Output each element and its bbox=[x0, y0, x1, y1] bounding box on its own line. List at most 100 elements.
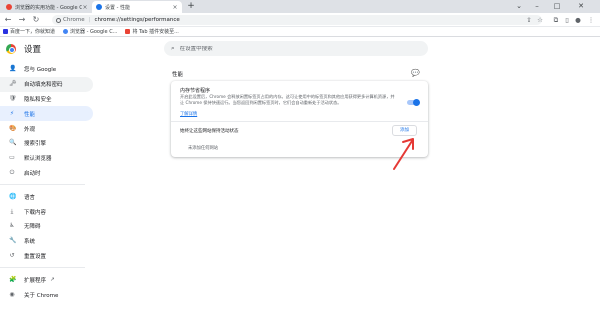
memory-saver-description: 开启此设置后，Chrome 会释放闲置标签页占用的内存。这可让使用中的标签页和其… bbox=[180, 94, 395, 105]
sidebar-item-label: 扩展程序 bbox=[24, 277, 47, 284]
sidebar-item-label: 外观 bbox=[24, 126, 36, 133]
tab-strip: 浏览器的实用功能 - Google Chr... × 设置 - 性能 × + ⌄… bbox=[0, 0, 600, 13]
shield-icon: 🛡 bbox=[9, 94, 17, 102]
sidebar-item-label: 下载内容 bbox=[24, 209, 47, 216]
accessibility-icon: ♿ bbox=[9, 222, 15, 230]
sidebar-item-label: 重置设置 bbox=[24, 253, 47, 260]
address-bar[interactable]: Chrome | chrome://settings/performance bbox=[52, 15, 542, 25]
bookmark-baidu[interactable]: 百度一下，你就知道 bbox=[3, 28, 55, 35]
bookmarks-bar: 百度一下，你就知道 浏览器 - Google C... 将 Tab 插件安装至.… bbox=[0, 27, 600, 37]
sidebar-item-performance[interactable]: ⚡ 性能 bbox=[0, 106, 93, 122]
tab-search-chevron-icon[interactable]: ⌄ bbox=[510, 0, 528, 13]
minimize-button[interactable]: – bbox=[528, 0, 546, 13]
performance-card: 内存节省程序 开启此设置后，Chrome 会释放闲置标签页占用的内存。这可让使用… bbox=[171, 81, 428, 157]
search-icon: 🔍 bbox=[9, 139, 17, 147]
reset-icon: ↺ bbox=[9, 251, 15, 259]
sidebar-item-accessibility[interactable]: ♿ 无障碍 bbox=[0, 219, 93, 234]
bookmark-star-icon[interactable]: ☆ bbox=[535, 14, 545, 26]
google-icon bbox=[63, 29, 69, 34]
sidebar-item-on-startup[interactable]: ⏻ 启动时 bbox=[0, 166, 93, 181]
no-sites-message: 未添加任何网站 bbox=[188, 146, 219, 151]
sidebar-item-label: 默认浏览器 bbox=[24, 156, 52, 163]
sidebar-item-label: 您与 Google bbox=[24, 67, 57, 74]
key-icon: 🗝 bbox=[9, 80, 17, 88]
chrome-icon bbox=[56, 17, 61, 23]
plugin-icon bbox=[125, 29, 131, 34]
memory-saver-title: 内存节省程序 bbox=[180, 88, 211, 94]
settings-search[interactable]: ⌕ bbox=[164, 41, 428, 56]
tab-title: 设置 - 性能 bbox=[105, 4, 130, 11]
memory-saver-toggle[interactable] bbox=[407, 98, 420, 106]
bookmark-label: 将 Tab 插件安装至... bbox=[132, 29, 179, 35]
feedback-icon[interactable]: 💬 bbox=[411, 69, 420, 77]
bookmark-tab-plugin[interactable]: 将 Tab 插件安装至... bbox=[125, 28, 179, 35]
sidebar-item-search-engine[interactable]: 🔍 搜索引擎 bbox=[0, 136, 93, 151]
menu-kebab-icon[interactable]: ⋮ bbox=[586, 14, 596, 26]
favicon-icon bbox=[6, 4, 12, 10]
settings-gear-icon bbox=[96, 4, 102, 10]
sidebar-divider bbox=[0, 184, 85, 186]
globe-icon: 🌐 bbox=[9, 192, 17, 200]
sidebar-item-about-chrome[interactable]: ◉ 关于 Chrome bbox=[0, 287, 93, 302]
sidebar-item-system[interactable]: 🔧 系统 bbox=[0, 234, 93, 249]
baidu-paw-icon bbox=[3, 29, 8, 34]
chip-label: Chrome bbox=[63, 17, 85, 23]
bookmark-label: 百度一下，你就知道 bbox=[10, 29, 56, 35]
search-input[interactable] bbox=[179, 45, 400, 52]
sidebar-item-label: 系统 bbox=[24, 239, 36, 246]
always-active-label: 始终让这些网站保持活动状态 bbox=[180, 129, 239, 134]
side-panel-icon[interactable]: ▯ bbox=[562, 14, 572, 26]
close-tab-icon[interactable]: × bbox=[172, 4, 178, 11]
card-divider bbox=[171, 121, 428, 122]
site-info-chip[interactable]: Chrome bbox=[56, 17, 85, 23]
toggle-knob bbox=[413, 98, 420, 106]
sidebar-item-languages[interactable]: 🌐 语言 bbox=[0, 189, 93, 204]
sidebar-item-appearance[interactable]: 🎨 外观 bbox=[0, 121, 93, 136]
puzzle-icon: 🧩 bbox=[9, 275, 17, 283]
bookmark-google[interactable]: 浏览器 - Google C... bbox=[63, 28, 117, 35]
sidebar-item-privacy[interactable]: 🛡 隐私和安全 bbox=[0, 92, 93, 107]
profile-avatar-icon[interactable]: ● bbox=[573, 14, 583, 26]
sidebar-item-label: 关于 Chrome bbox=[24, 292, 59, 299]
speedometer-icon: ⚡ bbox=[9, 109, 15, 117]
extensions-icon[interactable]: ⧉ bbox=[551, 14, 561, 26]
bookmark-label: 浏览器 - Google C... bbox=[70, 29, 118, 35]
palette-icon: 🎨 bbox=[9, 124, 17, 132]
sidebar-item-autofill[interactable]: 🗝 自动填充和密码 bbox=[0, 76, 93, 92]
tab-browser-features[interactable]: 浏览器的实用功能 - Google Chr... × bbox=[2, 1, 92, 13]
maximize-button[interactable]: □ bbox=[548, 0, 566, 13]
settings-header: 设置 ⌕ bbox=[0, 38, 600, 60]
chrome-icon: ◉ bbox=[9, 290, 15, 298]
sidebar-item-extensions[interactable]: 🧩 扩展程序 ↗ bbox=[0, 272, 93, 287]
tab-settings-performance[interactable]: 设置 - 性能 × bbox=[92, 1, 182, 13]
sidebar-item-label: 语言 bbox=[24, 194, 36, 201]
sidebar-item-reset[interactable]: ↺ 重置设置 bbox=[0, 249, 93, 264]
new-tab-button[interactable]: + bbox=[186, 1, 196, 12]
person-icon: 👤 bbox=[9, 65, 17, 73]
settings-sidebar: 👤 您与 Google 🗝 自动填充和密码 🛡 隐私和安全 ⚡ 性能 🎨 外观 … bbox=[0, 62, 100, 302]
sidebar-divider bbox=[0, 267, 85, 269]
external-link-icon: ↗ bbox=[50, 276, 55, 283]
url-text[interactable]: chrome://settings/performance bbox=[94, 17, 179, 23]
chrome-logo-icon bbox=[6, 44, 16, 54]
sidebar-item-label: 自动填充和密码 bbox=[24, 82, 63, 89]
close-tab-icon[interactable]: × bbox=[82, 4, 88, 11]
back-button[interactable]: ← bbox=[3, 14, 13, 26]
sidebar-item-label: 隐私和安全 bbox=[24, 96, 52, 103]
sidebar-item-label: 无障碍 bbox=[24, 224, 41, 231]
sidebar-item-label: 启动时 bbox=[24, 170, 41, 177]
sidebar-item-label: 性能 bbox=[24, 111, 36, 118]
download-icon: ⤓ bbox=[10, 207, 14, 215]
wrench-icon: 🔧 bbox=[9, 237, 17, 245]
omnibox-separator: | bbox=[88, 17, 91, 23]
learn-more-link[interactable]: 了解详情 bbox=[180, 111, 197, 117]
sidebar-item-downloads[interactable]: ⤓ 下载内容 bbox=[0, 204, 93, 219]
add-site-button[interactable]: 添加 bbox=[392, 125, 417, 136]
sidebar-item-default-browser[interactable]: ▭ 默认浏览器 bbox=[0, 151, 93, 166]
forward-button[interactable]: → bbox=[17, 14, 27, 26]
share-icon[interactable]: ⇪ bbox=[524, 14, 534, 26]
reload-button[interactable]: ↻ bbox=[31, 14, 41, 26]
tab-title: 浏览器的实用功能 - Google Chr... bbox=[15, 4, 82, 11]
sidebar-item-you-and-google[interactable]: 👤 您与 Google bbox=[0, 62, 93, 77]
close-window-button[interactable]: ✕ bbox=[572, 0, 590, 13]
